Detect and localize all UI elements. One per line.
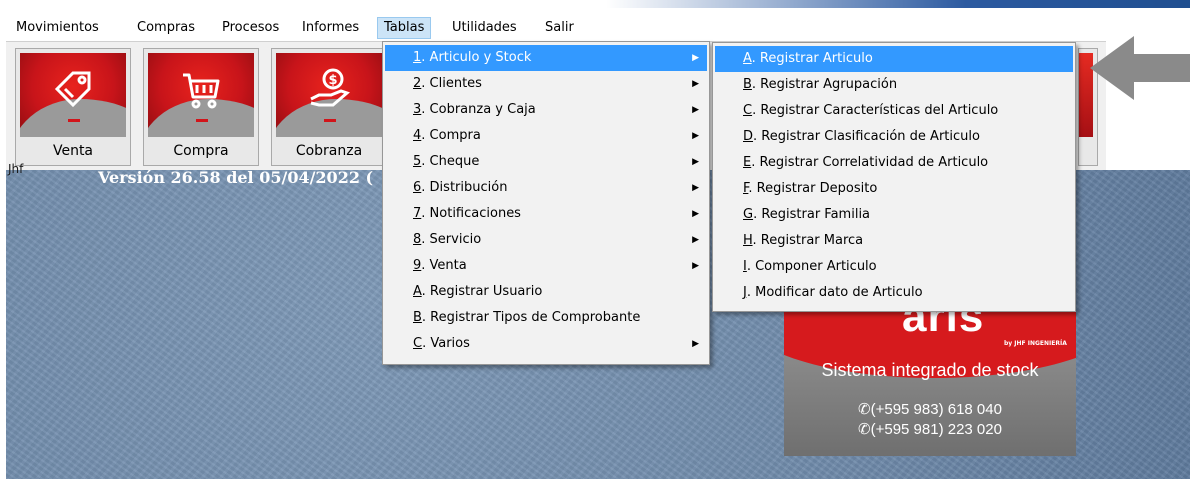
tile-dash xyxy=(68,119,80,122)
tablas-item-label: . Cobranza y Caja xyxy=(421,102,536,117)
tag-icon xyxy=(54,71,91,108)
tablas-item-label: . Clientes xyxy=(421,76,482,91)
compra-button[interactable]: Compra xyxy=(143,48,259,166)
articulo-item-label: . Modificar dato de Articulo xyxy=(746,285,923,300)
articulo-item[interactable]: C. Registrar Características del Articul… xyxy=(715,98,1073,124)
cobranza-button[interactable]: $ Cobranza xyxy=(271,48,387,166)
promo-phone-1: ✆(+595 983) 618 040 xyxy=(858,401,1002,418)
cobranza-label: Cobranza xyxy=(295,143,363,159)
tablas-item[interactable]: 9. Venta ▶ xyxy=(385,253,707,279)
articulo-item[interactable]: B. Registrar Agrupación xyxy=(715,72,1073,98)
promo-phone-2: ✆(+595 981) 223 020 xyxy=(858,421,1002,438)
tablas-item-label: . Distribución xyxy=(421,180,508,195)
tablas-item[interactable]: 6. Distribución ▶ xyxy=(385,175,707,201)
tablas-item[interactable]: C. Varios ▶ xyxy=(385,331,707,357)
articulo-item[interactable]: E. Registrar Correlatividad de Articulo xyxy=(715,150,1073,176)
promo-tagline: Sistema integrado de stock xyxy=(821,360,1039,380)
articulo-item-label: . Registrar Clasificación de Articulo xyxy=(753,129,980,144)
venta-tile xyxy=(20,53,126,137)
version-text: Versión 26.58 del 05/04/2022 ( xyxy=(98,168,374,187)
menu-movimientos[interactable]: Movimientos xyxy=(10,18,105,38)
articulo-item-label: . Registrar Características del Articulo xyxy=(752,103,999,118)
articulo-item-label: . Registrar Familia xyxy=(753,207,871,222)
tablas-item[interactable]: 3. Cobranza y Caja ▶ xyxy=(385,97,707,123)
menu-procesos[interactable]: Procesos xyxy=(216,18,285,38)
articulo-item-key: H xyxy=(743,233,753,248)
tablas-item[interactable]: 2. Clientes ▶ xyxy=(385,71,707,97)
cobranza-tile: $ xyxy=(276,53,382,137)
articulo-item-key: A xyxy=(743,51,752,66)
menu-informes[interactable]: Informes xyxy=(296,18,365,38)
articulo-item[interactable]: J. Modificar dato de Articulo xyxy=(715,280,1073,306)
submenu-arrow-icon: ▶ xyxy=(692,235,699,245)
app-window: Movimientos Compras Procesos Informes Ta… xyxy=(6,0,1190,479)
tile-dash xyxy=(196,119,208,122)
articulo-item-key: E xyxy=(743,155,752,170)
tablas-item-label: . Notificaciones xyxy=(421,206,521,221)
tablas-item-key: B xyxy=(413,310,422,325)
tablas-item-key: C xyxy=(413,336,423,351)
tablas-item[interactable]: B. Registrar Tipos de Comprobante xyxy=(385,305,707,331)
submenu-arrow-icon: ▶ xyxy=(692,157,699,167)
venta-button[interactable]: Venta xyxy=(15,48,131,166)
tablas-dropdown: 1. Articulo y Stock ▶ 2. Clientes ▶ 3. Cobra… xyxy=(382,41,710,365)
tablas-item-label: . Cheque xyxy=(421,154,480,169)
articulo-item-label: . Registrar Articulo xyxy=(751,51,873,66)
articulo-item-label: . Registrar Agrupación xyxy=(751,77,898,92)
menu-salir[interactable]: Salir xyxy=(539,18,580,38)
articulo-item[interactable]: D. Registrar Clasificación de Articulo xyxy=(715,124,1073,150)
tablas-item-label: . Registrar Tipos de Comprobante xyxy=(421,310,641,325)
cart-icon xyxy=(183,73,220,109)
articulo-item-label: . Componer Articulo xyxy=(746,259,877,274)
submenu-arrow-icon: ▶ xyxy=(692,183,699,193)
articulo-item[interactable]: I. Componer Articulo xyxy=(715,254,1073,280)
tablas-item-label: . Servicio xyxy=(421,232,482,247)
menu-compras[interactable]: Compras xyxy=(131,18,201,38)
compra-tile xyxy=(148,53,254,137)
tablas-item-label: . Registrar Usuario xyxy=(421,284,543,299)
articulo-item-key: C xyxy=(743,103,753,118)
submenu-arrow-icon: ▶ xyxy=(692,79,699,89)
articulo-item-key: D xyxy=(743,129,754,144)
brand-sub: by JHF INGENIERÍA xyxy=(1004,340,1067,347)
submenu-arrow-icon: ▶ xyxy=(692,105,699,115)
submenu-arrow-icon: ▶ xyxy=(692,131,699,141)
tablas-item-label: . Venta xyxy=(421,258,467,273)
tablas-item[interactable]: 5. Cheque ▶ xyxy=(385,149,707,175)
articulo-item-label: . Registrar Correlatividad de Articulo xyxy=(751,155,989,170)
articulo-item-label: . Registrar Marca xyxy=(752,233,864,248)
articulo-item-key: G xyxy=(743,207,754,222)
submenu-arrow-icon: ▶ xyxy=(692,209,699,219)
tablas-item[interactable]: 1. Articulo y Stock ▶ xyxy=(385,45,707,71)
venta-label: Venta xyxy=(52,143,94,159)
title-accent xyxy=(606,0,1190,8)
tablas-item[interactable]: A. Registrar Usuario xyxy=(385,279,707,305)
submenu-arrow-icon: ▶ xyxy=(692,261,699,271)
menu-bar: Movimientos Compras Procesos Informes Ta… xyxy=(6,16,1190,40)
tile-dash xyxy=(324,119,336,122)
compra-label: Compra xyxy=(173,143,229,159)
articulo-item[interactable]: A. Registrar Articulo xyxy=(715,46,1073,72)
submenu-arrow-icon: ▶ xyxy=(692,339,699,349)
articulo-item[interactable]: H. Registrar Marca xyxy=(715,228,1073,254)
tablas-item-key: A xyxy=(413,284,422,299)
submenu-arrow-icon: ▶ xyxy=(692,53,699,63)
tablas-item[interactable]: 7. Notificaciones ▶ xyxy=(385,201,707,227)
articulo-item-key: B xyxy=(743,77,752,92)
menu-tablas[interactable]: Tablas xyxy=(377,17,432,39)
pointer-arrow-icon xyxy=(1090,36,1190,100)
menu-utilidades[interactable]: Utilidades xyxy=(446,18,523,38)
articulo-item[interactable]: G. Registrar Familia xyxy=(715,202,1073,228)
articulo-item[interactable]: F. Registrar Deposito xyxy=(715,176,1073,202)
tablas-item-label: . Compra xyxy=(421,128,481,143)
articulo-submenu: A. Registrar Articulo B. Registrar Agrupa… xyxy=(712,42,1076,312)
tablas-item-label: . Varios xyxy=(422,336,470,351)
articulo-item-label: . Registrar Deposito xyxy=(748,181,878,196)
tablas-item[interactable]: 8. Servicio ▶ xyxy=(385,227,707,253)
coin-hand-icon: $ xyxy=(310,68,350,107)
tablas-item-label: . Articulo y Stock xyxy=(421,50,532,65)
svg-text:$: $ xyxy=(328,73,337,88)
user-label: Jhf xyxy=(8,162,24,176)
tablas-item[interactable]: 4. Compra ▶ xyxy=(385,123,707,149)
